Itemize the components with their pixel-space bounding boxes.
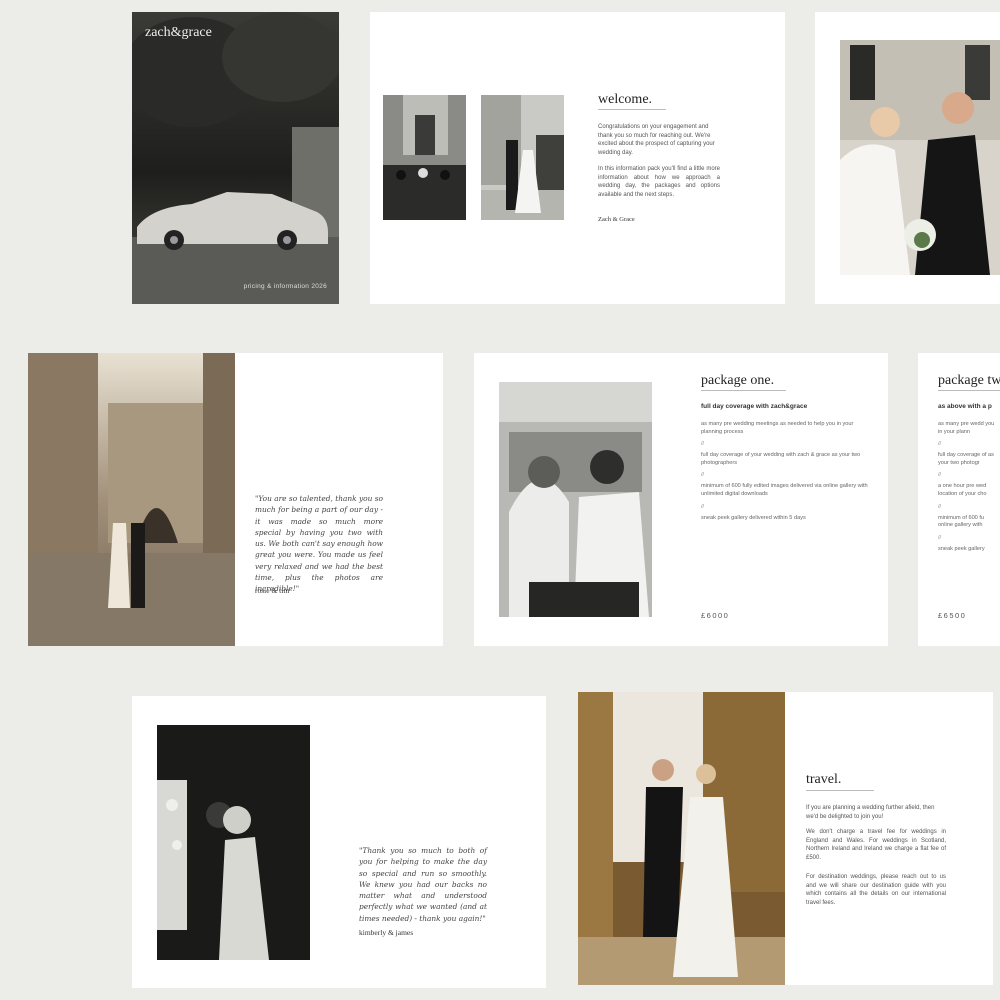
package-separator: // — [701, 472, 705, 479]
package-item: as many pre wedd you in your plann — [938, 421, 995, 435]
testimonial-signature-1: rosie & tim — [255, 586, 290, 595]
package-two-heading: package two. — [938, 373, 1000, 388]
package-one-items: as many pre wedding meetings as needed t… — [701, 421, 876, 527]
package-one-heading: package one. — [701, 373, 775, 388]
package-two-price: £6500 — [938, 611, 967, 620]
testimonial-quote-1: "You are so talented, thank you so much … — [255, 494, 383, 594]
welcome-page: welcome. Congratulations on your engagem… — [370, 12, 785, 304]
package-one-price: £6000 — [701, 611, 730, 620]
package-separator: // — [701, 441, 705, 448]
package-one-subheading: full day coverage with zach&grace — [701, 403, 808, 410]
package-two-subheading: as above with a p — [938, 403, 992, 410]
welcome-paragraph-2: In this information pack you'll find a l… — [598, 166, 720, 198]
testimonial-signature-2: kimberly & james — [359, 928, 414, 937]
package-item: minimum of 600 fu online gallery with — [938, 514, 985, 529]
package-two-page: package two. as above with a p as many p… — [918, 353, 1000, 646]
travel-heading: travel. — [806, 772, 842, 787]
package-one-rule — [701, 390, 786, 391]
cover-photo — [132, 12, 339, 304]
package-two-items: as many pre wedd you in your plann // fu… — [938, 421, 1000, 558]
package-separator: // — [938, 441, 942, 448]
package-item: sneak peek gallery — [938, 545, 985, 552]
ballroom-couple-photo — [578, 692, 785, 985]
package-item: full day coverage of your wedding with z… — [701, 452, 861, 466]
package-item: as many pre wedding meetings as needed t… — [701, 421, 854, 435]
couple-toast-photo — [840, 40, 1000, 275]
travel-paragraph-3: For destination weddings, please reach o… — [806, 874, 946, 906]
package-item: a one hour pre wed location of your cho — [938, 483, 987, 497]
welcome-heading: welcome. — [598, 92, 653, 107]
travel-rule — [806, 790, 874, 791]
welcome-paragraph-1: Congratulations on your engagement and t… — [598, 124, 715, 156]
welcome-photo-2 — [481, 95, 564, 220]
package-two-rule — [938, 390, 1000, 391]
couple-photo-page — [815, 12, 1000, 304]
package-item: minimum of 600 fully edited images deliv… — [701, 483, 868, 497]
package-one-page: package one. full day coverage with zach… — [474, 353, 888, 646]
cake-cutting-photo — [157, 725, 310, 960]
welcome-rule — [598, 109, 666, 110]
cover-subtitle: pricing & information 2026 — [243, 283, 327, 290]
testimonial-page-1: "You are so talented, thank you so much … — [28, 353, 443, 646]
package-separator: // — [701, 503, 705, 510]
cover-title: zach&grace — [145, 25, 212, 40]
package-separator: // — [938, 472, 942, 479]
travel-paragraph-1: If you are planning a wedding further af… — [806, 805, 935, 820]
testimonial-page-2: "Thank you so much to both of you for he… — [132, 696, 546, 988]
cover-page: zach&grace pricing & information 2026 — [132, 12, 339, 304]
travel-paragraph-2: We don't charge a travel fee for wedding… — [806, 829, 946, 861]
welcome-photo-1 — [383, 95, 466, 220]
car-couple-photo — [499, 382, 652, 617]
package-separator: // — [938, 503, 942, 510]
package-item: sneak peek gallery delivered within 5 da… — [701, 514, 806, 521]
package-separator: // — [938, 534, 942, 541]
testimonial-quote-2: "Thank you so much to both of you for he… — [359, 846, 487, 923]
travel-page: travel. If you are planning a wedding fu… — [578, 692, 993, 985]
street-couple-photo — [28, 353, 235, 646]
package-item: full day coverage of as your two photogr — [938, 452, 994, 466]
welcome-signature: Zach & Grace — [598, 216, 635, 223]
